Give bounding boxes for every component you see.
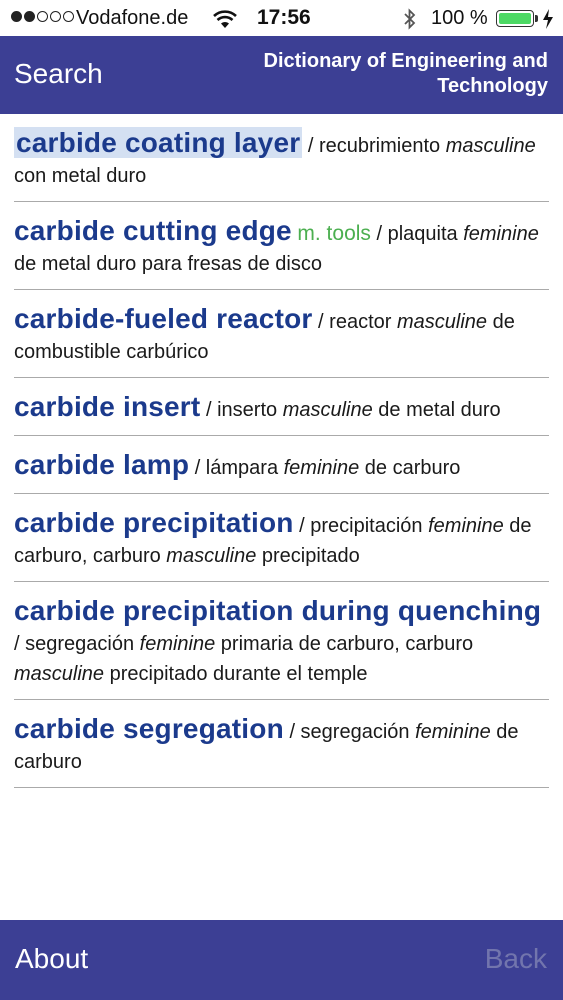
entry-text: carbide precipitation during quenching /… bbox=[14, 596, 549, 689]
translation-text: de metal duro bbox=[372, 399, 501, 421]
battery-icon bbox=[496, 10, 534, 27]
entry-text: carbide segregation / segregación femini… bbox=[14, 714, 549, 777]
gender-label: feminine bbox=[283, 457, 360, 479]
bottom-toolbar: About Back bbox=[0, 920, 563, 1000]
search-button[interactable]: Search bbox=[14, 58, 103, 90]
translation-text: precipitado bbox=[256, 545, 360, 567]
translation-text: / segregación bbox=[283, 721, 416, 743]
clock: 17:56 bbox=[257, 6, 311, 29]
results-list[interactable]: carbide coating layer / recubrimiento ma… bbox=[0, 114, 563, 920]
gender-label: masculine bbox=[166, 545, 257, 567]
entry-term: carbide precipitation during quenching bbox=[14, 595, 542, 626]
translation-text: / precipitación bbox=[293, 515, 429, 537]
list-item[interactable]: carbide precipitation / precipitación fe… bbox=[14, 494, 549, 582]
gender-label: feminine bbox=[139, 633, 216, 655]
gender-label: masculine bbox=[14, 663, 105, 685]
about-button[interactable]: About bbox=[15, 943, 88, 975]
translation-text: / recubrimiento bbox=[302, 135, 446, 157]
translation-text: con metal duro bbox=[14, 165, 147, 187]
translation-text: de carburo bbox=[359, 457, 461, 479]
entry-term: carbide coating layer bbox=[14, 127, 303, 158]
entry-text: carbide coating layer / recubrimiento ma… bbox=[14, 127, 549, 191]
list-item[interactable]: carbide lamp / lámpara feminine de carbu… bbox=[14, 436, 549, 494]
list-item[interactable]: carbide-fueled reactor / reactor masculi… bbox=[14, 290, 549, 378]
entry-text: carbide-fueled reactor / reactor masculi… bbox=[14, 304, 549, 367]
status-bar: Vodafone.de 17:56 100 % bbox=[0, 0, 563, 36]
gender-label: feminine bbox=[428, 515, 504, 537]
signal-dot bbox=[50, 11, 61, 22]
wifi-icon bbox=[212, 9, 238, 35]
list-item[interactable]: carbide precipitation during quenching /… bbox=[14, 582, 549, 700]
charging-bolt-icon bbox=[542, 8, 554, 36]
signal-dot bbox=[24, 11, 35, 22]
entry-term: carbide precipitation bbox=[14, 507, 294, 538]
signal-strength-icon bbox=[11, 11, 74, 22]
signal-dot bbox=[63, 11, 74, 22]
entry-text: carbide insert / inserto masculine de me… bbox=[14, 392, 549, 425]
translation-text: / inserto bbox=[200, 399, 283, 421]
entry-text: carbide precipitation / precipitación fe… bbox=[14, 508, 549, 571]
gender-label: masculine bbox=[396, 311, 488, 333]
list-item[interactable]: carbide cutting edge m. tools / plaquita… bbox=[14, 202, 549, 290]
entry-term: carbide-fueled reactor bbox=[14, 303, 313, 334]
list-item[interactable]: carbide coating layer / recubrimiento ma… bbox=[14, 114, 549, 202]
gender-label: feminine bbox=[463, 223, 539, 245]
translation-text: precipitado durante el temple bbox=[104, 663, 368, 685]
translation-text: / segregación bbox=[14, 633, 140, 655]
entry-term: carbide cutting edge bbox=[14, 215, 292, 246]
translation-text: / lámpara bbox=[189, 457, 284, 479]
navigation-bar: Search Dictionary of Engineering and Tec… bbox=[0, 36, 563, 114]
carrier-name: Vodafone.de bbox=[76, 7, 189, 29]
translation-text: / plaquita bbox=[370, 223, 464, 245]
gender-label: masculine bbox=[445, 135, 536, 157]
entry-domain-label: m. tools bbox=[297, 222, 371, 245]
entry-text: carbide cutting edge m. tools / plaquita… bbox=[14, 216, 549, 279]
translation-text: primaria de carburo, carburo bbox=[215, 633, 474, 655]
dictionary-title: Dictionary of Engineering and Technology bbox=[263, 50, 548, 97]
entry-term: carbide segregation bbox=[14, 713, 284, 744]
translation-text: / reactor bbox=[312, 311, 397, 333]
list-item[interactable]: carbide segregation / segregación femini… bbox=[14, 700, 549, 788]
entry-term: carbide insert bbox=[14, 391, 201, 422]
battery-percentage: 100 % bbox=[431, 7, 488, 29]
gender-label: masculine bbox=[282, 399, 373, 421]
battery-tip bbox=[535, 15, 538, 22]
entry-term: carbide lamp bbox=[14, 449, 190, 480]
signal-dot bbox=[11, 11, 22, 22]
bluetooth-icon bbox=[402, 8, 418, 36]
entry-text: carbide lamp / lámpara feminine de carbu… bbox=[14, 450, 549, 483]
translation-text: de metal duro para fresas de disco bbox=[14, 253, 322, 275]
back-button[interactable]: Back bbox=[485, 943, 547, 975]
gender-label: feminine bbox=[415, 721, 491, 743]
list-item[interactable]: carbide insert / inserto masculine de me… bbox=[14, 378, 549, 436]
signal-dot bbox=[37, 11, 48, 22]
